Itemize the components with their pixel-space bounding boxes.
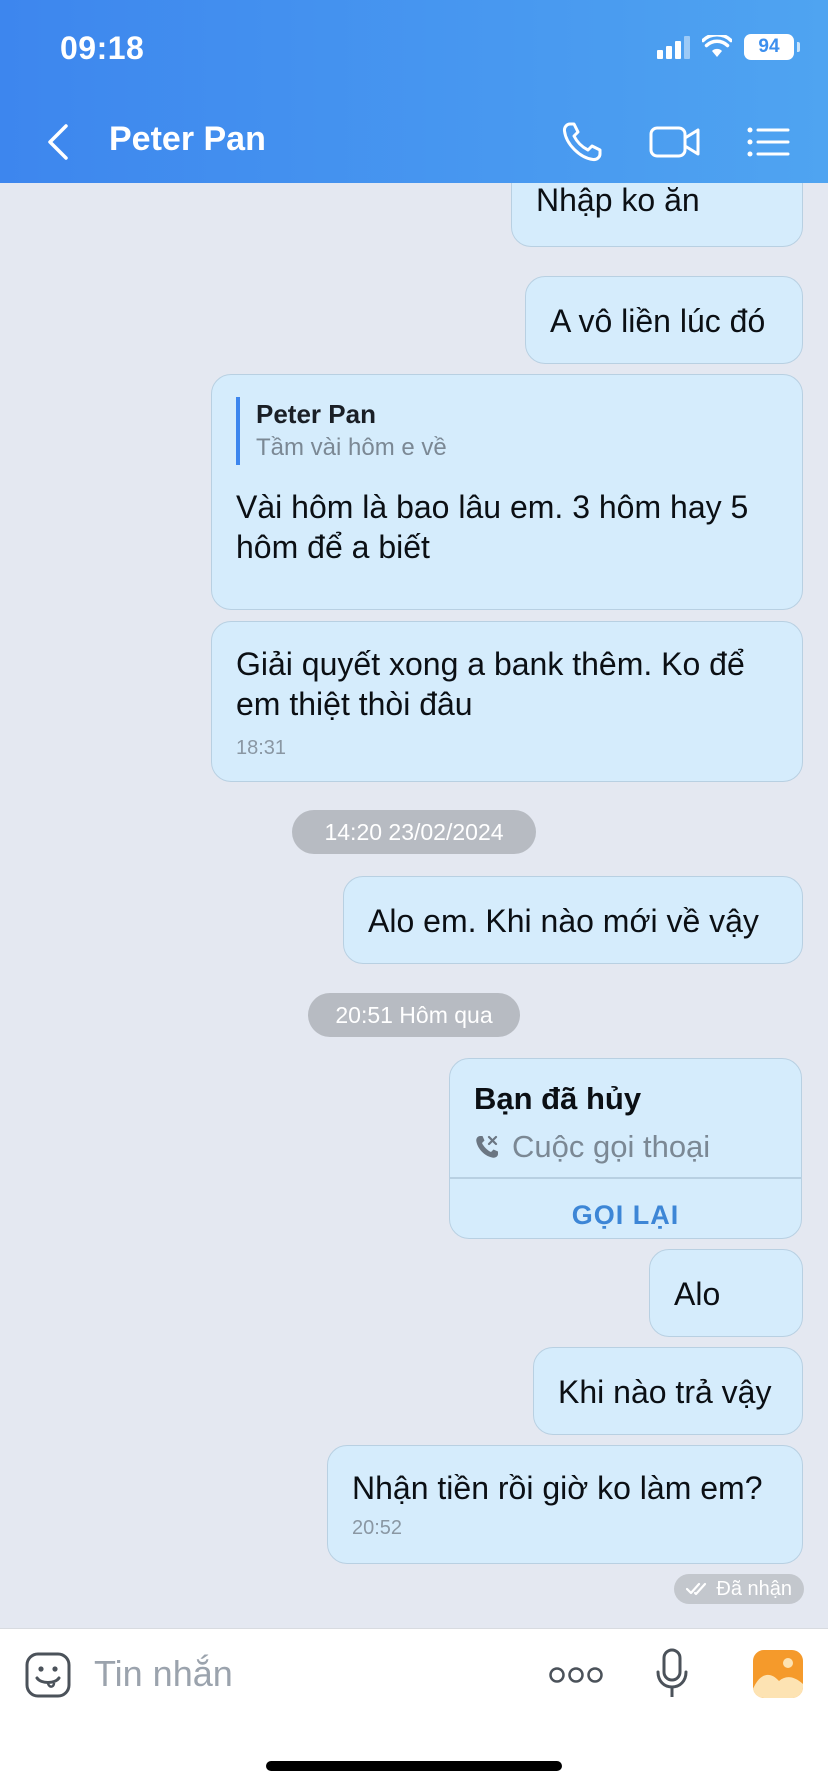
- date-separator: 14:20 23/02/2024: [292, 810, 536, 854]
- phone-call-icon[interactable]: [558, 118, 606, 166]
- more-options-icon[interactable]: [548, 1665, 604, 1685]
- chat-title[interactable]: Peter Pan: [109, 120, 266, 159]
- call-type: Cuộc gọi thoại: [474, 1127, 777, 1167]
- menu-list-icon[interactable]: [746, 118, 790, 166]
- chat-header: 09:18 94 Peter Pan: [0, 0, 828, 183]
- message-time: 18:31: [236, 737, 287, 759]
- quoted-message[interactable]: Peter Pan Tầm vài hôm e về: [236, 397, 778, 465]
- quoted-author: Peter Pan: [256, 399, 376, 429]
- message-text: Nhận tiền rồi giờ ko làm em?: [352, 1470, 763, 1506]
- message-time: 20:52: [352, 1517, 403, 1539]
- message-bubble[interactable]: Alo: [649, 1249, 803, 1337]
- call-log-bubble[interactable]: Bạn đã hủy Cuộc gọi thoại GỌI LẠI: [449, 1058, 802, 1239]
- call-status: Bạn đã hủy: [474, 1081, 642, 1116]
- receipt-label: Đã nhận: [716, 1577, 792, 1600]
- cellular-signal-icon: [657, 35, 690, 59]
- read-receipt: Đã nhận: [674, 1574, 804, 1604]
- battery-icon: 94: [744, 34, 800, 60]
- back-icon[interactable]: [40, 118, 80, 166]
- message-input[interactable]: Tin nhắn: [94, 1653, 233, 1695]
- video-call-icon[interactable]: [648, 118, 702, 166]
- message-bubble-reply[interactable]: Peter Pan Tầm vài hôm e về Vài hôm là ba…: [211, 374, 803, 610]
- message-bubble[interactable]: A vô liền lúc đó: [525, 276, 803, 364]
- status-indicators: 94: [657, 34, 800, 60]
- home-indicator: [266, 1761, 562, 1771]
- message-bubble[interactable]: Alo em. Khi nào mới về vậy: [343, 876, 803, 964]
- message-text: Alo: [674, 1276, 721, 1312]
- message-bubble[interactable]: Khi nào trả vậy: [533, 1347, 803, 1435]
- message-text: Vài hôm là bao lâu em. 3 hôm hay 5 hôm đ…: [236, 489, 749, 565]
- message-list[interactable]: Nhập ko ăn A vô liền lúc đó Peter Pan Tầ…: [0, 183, 828, 1628]
- message-text: Giải quyết xong a bank thêm. Ko để em th…: [236, 646, 745, 722]
- sticker-icon[interactable]: [24, 1651, 72, 1699]
- message-bubble[interactable]: Nhập ko ăn: [511, 183, 803, 247]
- status-time: 09:18: [60, 30, 145, 66]
- message-text: Khi nào trả vậy: [558, 1374, 772, 1410]
- call-type-label: Cuộc gọi thoại: [512, 1129, 711, 1164]
- message-text: A vô liền lúc đó: [550, 303, 766, 339]
- date-separator: 20:51 Hôm qua: [308, 993, 520, 1037]
- message-text: Alo em. Khi nào mới về vậy: [368, 903, 759, 939]
- quoted-text: Tầm vài hôm e về: [256, 434, 447, 461]
- message-bubble[interactable]: Giải quyết xong a bank thêm. Ko để em th…: [211, 621, 803, 782]
- wifi-icon: [702, 35, 732, 57]
- message-bubble[interactable]: Nhận tiền rồi giờ ko làm em? 20:52: [327, 1445, 803, 1564]
- call-again-button[interactable]: GỌI LẠI: [474, 1179, 777, 1235]
- missed-call-icon: [476, 1135, 498, 1158]
- double-check-icon: [686, 1582, 707, 1596]
- message-text: Nhập ko ăn: [536, 183, 700, 218]
- image-gallery-icon[interactable]: [752, 1649, 804, 1699]
- microphone-icon[interactable]: [655, 1647, 689, 1703]
